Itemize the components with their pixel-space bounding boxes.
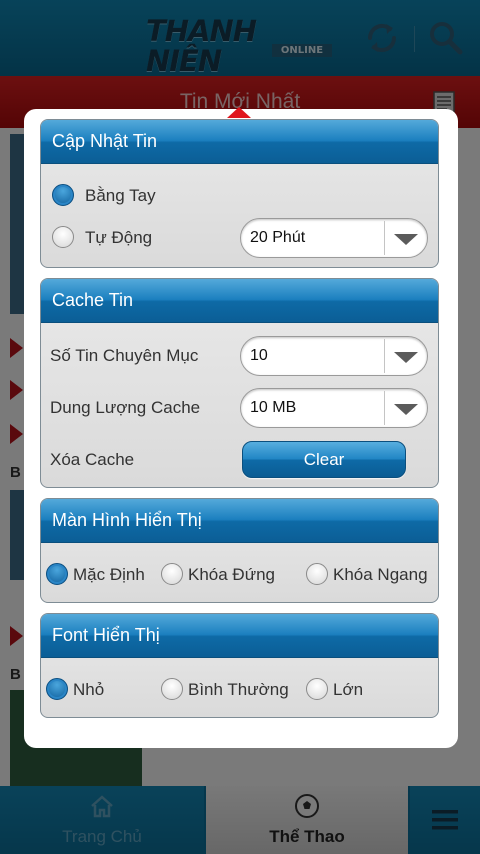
display-landscape-lock-label: Khóa Ngang (333, 565, 428, 584)
cache-size-select[interactable]: 10 MB (240, 388, 428, 428)
font-large-radio[interactable] (306, 678, 328, 700)
select-divider (384, 391, 385, 425)
popup-pointer-icon (227, 107, 251, 118)
cache-settings-group: Cache Tin Số Tin Chuyên Mục 10 Dung Lượn… (40, 278, 439, 488)
settings-popup: Cập Nhật Tin Bằng Tay Tự Động 20 Phút Ca… (24, 107, 458, 748)
font-settings-group: Font Hiển Thị Nhỏ Bình Thường Lớn (40, 613, 439, 718)
font-group-title: Font Hiển Thị (52, 625, 160, 645)
auto-update-label: Tự Động (85, 228, 153, 247)
update-interval-value: 20 Phút (250, 229, 306, 246)
display-default-radio[interactable] (46, 563, 68, 585)
display-landscape-lock-radio[interactable] (306, 563, 328, 585)
font-normal-label: Bình Thường (188, 680, 289, 699)
display-settings-group: Màn Hình Hiển Thị Mặc Định Khóa Đứng Khó… (40, 498, 439, 603)
auto-update-radio[interactable] (52, 226, 74, 248)
chevron-down-icon (394, 352, 418, 363)
items-per-category-select[interactable]: 10 (240, 336, 428, 376)
cache-size-value: 10 MB (250, 399, 297, 416)
display-group-title: Màn Hình Hiển Thị (52, 510, 202, 530)
update-group-header: Cập Nhật Tin (41, 120, 438, 164)
clear-cache-label: Xóa Cache (50, 450, 135, 469)
manual-update-radio[interactable] (52, 184, 74, 206)
font-group-header: Font Hiển Thị (41, 614, 438, 658)
display-portrait-lock-radio[interactable] (161, 563, 183, 585)
update-interval-select[interactable]: 20 Phút (240, 218, 428, 258)
chevron-down-icon (394, 234, 418, 245)
clear-cache-button[interactable]: Clear (242, 441, 406, 478)
cache-size-label: Dung Lượng Cache (50, 398, 201, 417)
chevron-down-icon (394, 404, 418, 415)
update-settings-group: Cập Nhật Tin Bằng Tay Tự Động 20 Phút (40, 119, 439, 268)
font-normal-radio[interactable] (161, 678, 183, 700)
select-divider (384, 221, 385, 255)
update-group-title: Cập Nhật Tin (52, 131, 158, 151)
font-small-label: Nhỏ (73, 680, 105, 699)
display-default-label: Mặc Định (73, 565, 145, 584)
cache-group-header: Cache Tin (41, 279, 438, 323)
items-per-category-value: 10 (250, 347, 268, 364)
cache-group-title: Cache Tin (52, 290, 134, 310)
font-large-label: Lớn (333, 680, 364, 699)
manual-update-label: Bằng Tay (85, 186, 156, 205)
items-per-category-label: Số Tin Chuyên Mục (50, 346, 199, 365)
display-portrait-lock-label: Khóa Đứng (188, 565, 275, 584)
select-divider (384, 339, 385, 373)
font-small-radio[interactable] (46, 678, 68, 700)
display-group-header: Màn Hình Hiển Thị (41, 499, 438, 543)
